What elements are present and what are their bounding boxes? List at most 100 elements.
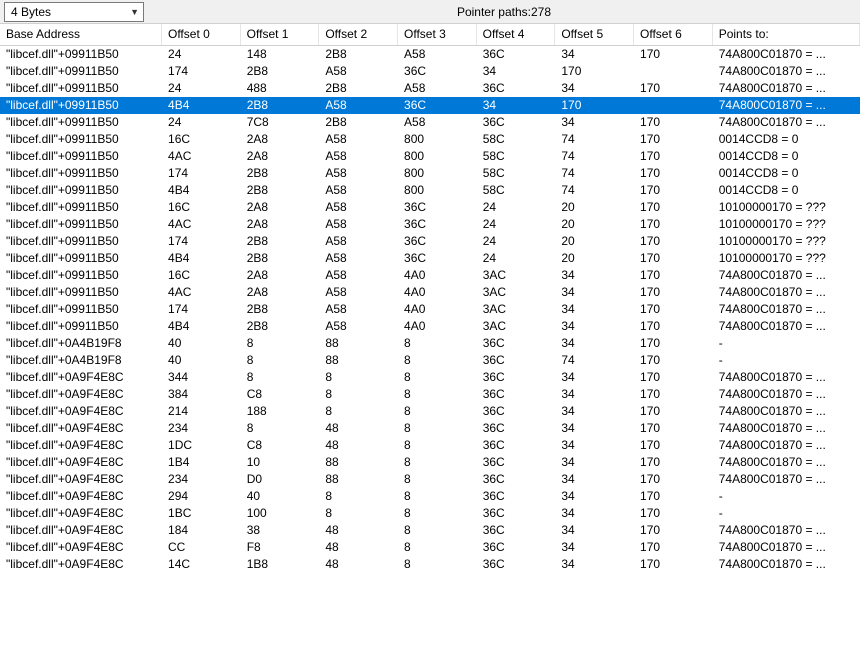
cell-offset6: 170 (634, 539, 713, 556)
cell-offset6 (634, 97, 713, 114)
cell-offset3: 800 (398, 165, 477, 182)
cell-offset0: 16C (162, 199, 241, 216)
cell-offset5: 34 (555, 539, 634, 556)
cell-offset2: 88 (319, 335, 398, 352)
cell-offset2: A58 (319, 131, 398, 148)
cell-offset6: 170 (634, 301, 713, 318)
table-row[interactable]: "libcef.dll"+09911B501742B8A5880058C7417… (0, 165, 860, 182)
cell-offset5: 170 (555, 97, 634, 114)
cell-offset2: 2B8 (319, 80, 398, 97)
table-row[interactable]: "libcef.dll"+09911B504B42B8A5836C2420170… (0, 250, 860, 267)
cell-offset2: 48 (319, 556, 398, 573)
table-row[interactable]: "libcef.dll"+0A9F4E8C1DCC848836C3417074A… (0, 437, 860, 454)
cell-pointsto: - (713, 352, 860, 369)
column-header-offset6[interactable]: Offset 6 (634, 24, 713, 45)
column-header-offset4[interactable]: Offset 4 (477, 24, 556, 45)
cell-offset3: 800 (398, 182, 477, 199)
table-row[interactable]: "libcef.dll"+09911B50241482B8A5836C34170… (0, 46, 860, 63)
cell-offset0: 384 (162, 386, 241, 403)
cell-offset1: 2B8 (241, 233, 320, 250)
size-combobox[interactable]: 4 Bytes ▼ (4, 2, 144, 22)
table-row[interactable]: "libcef.dll"+09911B50247C82B8A5836C34170… (0, 114, 860, 131)
cell-pointsto: 74A800C01870 = ... (713, 437, 860, 454)
column-header-offset2[interactable]: Offset 2 (319, 24, 398, 45)
cell-base: "libcef.dll"+0A9F4E8C (0, 539, 162, 556)
table-row[interactable]: "libcef.dll"+0A4B19F840888836C34170- (0, 335, 860, 352)
cell-base: "libcef.dll"+09911B50 (0, 46, 162, 63)
cell-offset6: 170 (634, 556, 713, 573)
cell-offset0: 184 (162, 522, 241, 539)
column-header-base[interactable]: Base Address (0, 24, 162, 45)
cell-offset6: 170 (634, 250, 713, 267)
grid-body[interactable]: "libcef.dll"+09911B50241482B8A5836C34170… (0, 46, 860, 651)
cell-offset1: 2B8 (241, 250, 320, 267)
table-row[interactable]: "libcef.dll"+0A9F4E8C294408836C34170- (0, 488, 860, 505)
cell-offset4: 36C (477, 556, 556, 573)
table-row[interactable]: "libcef.dll"+09911B501742B8A5836C2420170… (0, 233, 860, 250)
cell-offset6: 170 (634, 505, 713, 522)
table-row[interactable]: "libcef.dll"+09911B504B42B8A5836C3417074… (0, 97, 860, 114)
table-row[interactable]: "libcef.dll"+09911B5016C2A8A584A03AC3417… (0, 267, 860, 284)
cell-offset2: A58 (319, 233, 398, 250)
table-row[interactable]: "libcef.dll"+09911B504AC2A8A5880058C7417… (0, 148, 860, 165)
cell-offset1: 1B8 (241, 556, 320, 573)
table-row[interactable]: "libcef.dll"+09911B504AC2A8A584A03AC3417… (0, 284, 860, 301)
cell-pointsto: 74A800C01870 = ... (713, 369, 860, 386)
cell-offset4: 36C (477, 471, 556, 488)
table-row[interactable]: "libcef.dll"+0A9F4E8C384C88836C3417074A8… (0, 386, 860, 403)
table-row[interactable]: "libcef.dll"+09911B50244882B8A5836C34170… (0, 80, 860, 97)
column-header-offset1[interactable]: Offset 1 (241, 24, 320, 45)
cell-base: "libcef.dll"+09911B50 (0, 63, 162, 80)
cell-offset1: 8 (241, 335, 320, 352)
table-row[interactable]: "libcef.dll"+0A9F4E8C234848836C3417074A8… (0, 420, 860, 437)
cell-offset6: 170 (634, 165, 713, 182)
column-header-pointsto[interactable]: Points to: (713, 24, 860, 45)
table-row[interactable]: "libcef.dll"+09911B504B42B8A5880058C7417… (0, 182, 860, 199)
cell-offset3: 800 (398, 131, 477, 148)
cell-offset2: 2B8 (319, 46, 398, 63)
cell-offset2: A58 (319, 250, 398, 267)
table-row[interactable]: "libcef.dll"+09911B5016C2A8A5880058C7417… (0, 131, 860, 148)
cell-offset2: 2B8 (319, 114, 398, 131)
cell-offset5: 74 (555, 148, 634, 165)
table-row[interactable]: "libcef.dll"+0A9F4E8C2141888836C3417074A… (0, 403, 860, 420)
table-row[interactable]: "libcef.dll"+09911B501742B8A5836C3417074… (0, 63, 860, 80)
cell-offset2: 8 (319, 505, 398, 522)
cell-offset1: 8 (241, 352, 320, 369)
cell-offset4: 58C (477, 182, 556, 199)
table-row[interactable]: "libcef.dll"+09911B5016C2A8A5836C2420170… (0, 199, 860, 216)
cell-offset0: 4B4 (162, 97, 241, 114)
cell-offset6: 170 (634, 80, 713, 97)
table-row[interactable]: "libcef.dll"+0A9F4E8CCCF848836C3417074A8… (0, 539, 860, 556)
table-row[interactable]: "libcef.dll"+0A4B19F840888836C74170- (0, 352, 860, 369)
cell-base: "libcef.dll"+09911B50 (0, 199, 162, 216)
cell-offset3: 36C (398, 233, 477, 250)
table-row[interactable]: "libcef.dll"+09911B501742B8A584A03AC3417… (0, 301, 860, 318)
table-row[interactable]: "libcef.dll"+0A9F4E8C1B41088836C3417074A… (0, 454, 860, 471)
table-row[interactable]: "libcef.dll"+0A9F4E8C1843848836C3417074A… (0, 522, 860, 539)
cell-offset5: 34 (555, 318, 634, 335)
table-row[interactable]: "libcef.dll"+09911B504AC2A8A5836C2420170… (0, 216, 860, 233)
column-header-offset0[interactable]: Offset 0 (162, 24, 241, 45)
table-row[interactable]: "libcef.dll"+09911B504B42B8A584A03AC3417… (0, 318, 860, 335)
cell-base: "libcef.dll"+09911B50 (0, 284, 162, 301)
table-row[interactable]: "libcef.dll"+0A9F4E8C234D088836C3417074A… (0, 471, 860, 488)
table-row[interactable]: "libcef.dll"+0A9F4E8C14C1B848836C3417074… (0, 556, 860, 573)
cell-base: "libcef.dll"+0A9F4E8C (0, 522, 162, 539)
cell-offset0: 16C (162, 131, 241, 148)
cell-offset5: 34 (555, 335, 634, 352)
cell-offset2: 8 (319, 369, 398, 386)
table-row[interactable]: "libcef.dll"+0A9F4E8C34488836C3417074A80… (0, 369, 860, 386)
column-header-offset5[interactable]: Offset 5 (555, 24, 634, 45)
cell-base: "libcef.dll"+09911B50 (0, 114, 162, 131)
cell-offset1: 2A8 (241, 267, 320, 284)
title-label: Pointer paths:278 (148, 5, 860, 19)
cell-offset0: 24 (162, 46, 241, 63)
cell-offset2: 88 (319, 454, 398, 471)
cell-offset5: 170 (555, 63, 634, 80)
cell-base: "libcef.dll"+0A4B19F8 (0, 335, 162, 352)
table-row[interactable]: "libcef.dll"+0A9F4E8C1BC1008836C34170- (0, 505, 860, 522)
column-header-offset3[interactable]: Offset 3 (398, 24, 477, 45)
cell-offset5: 34 (555, 505, 634, 522)
cell-offset0: 4B4 (162, 318, 241, 335)
